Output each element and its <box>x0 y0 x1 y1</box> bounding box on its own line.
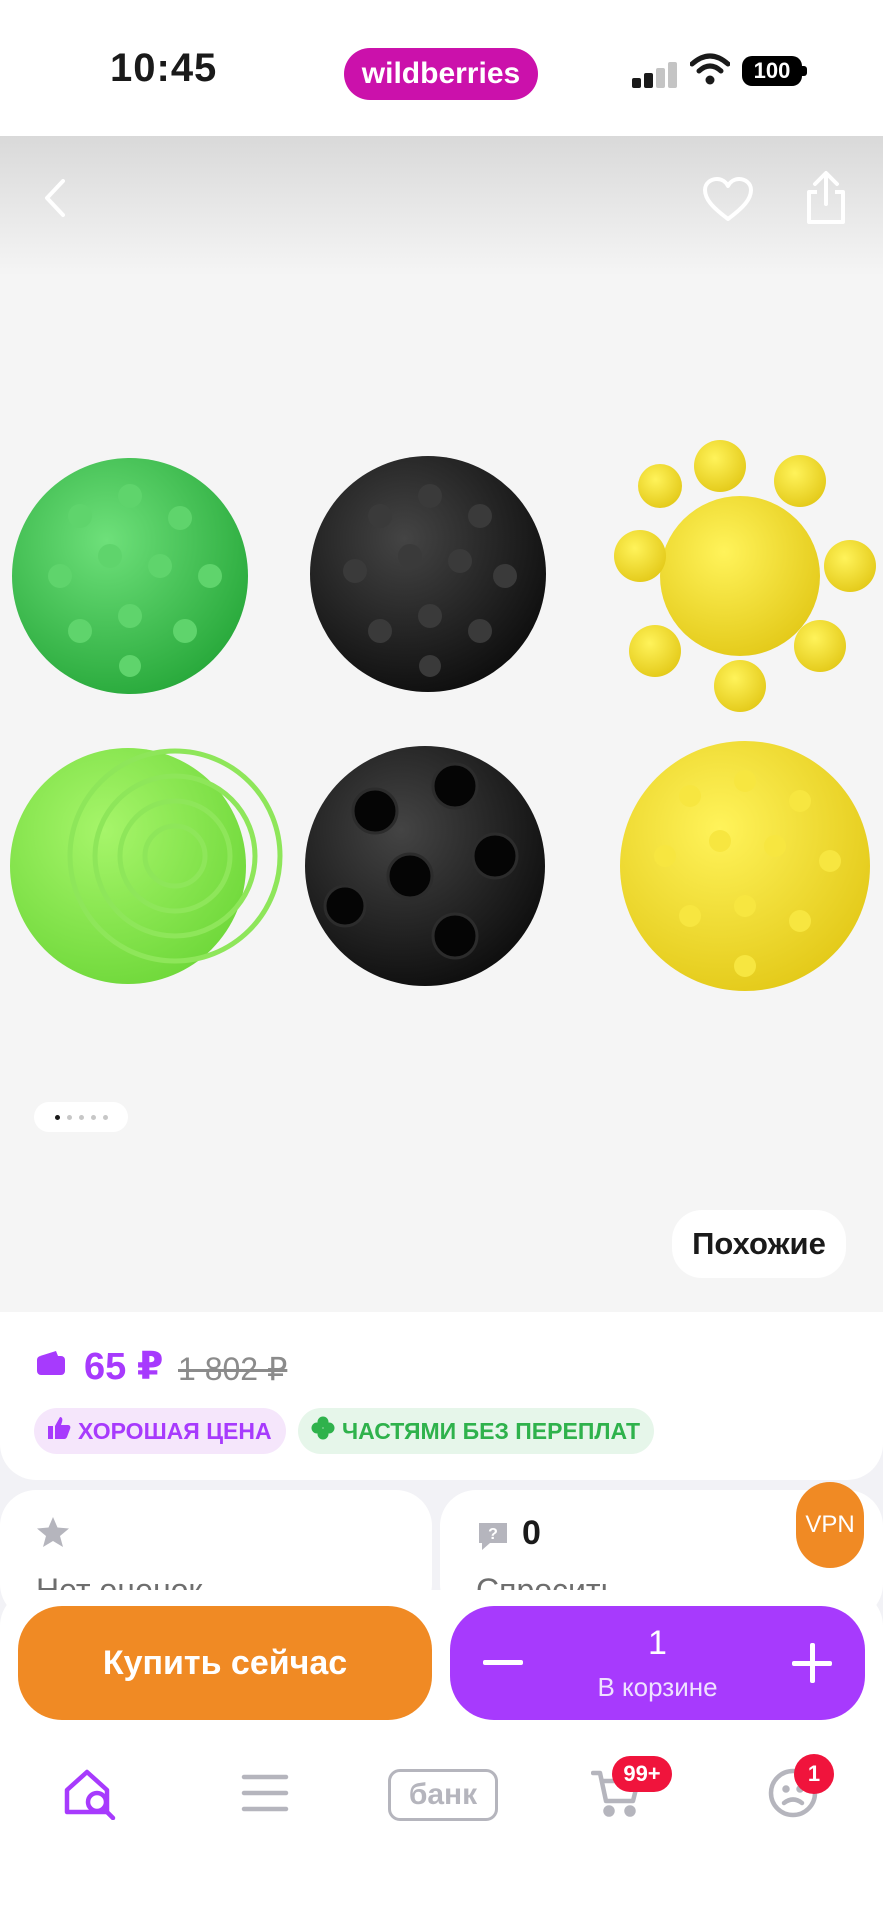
similar-button[interactable]: Похожие <box>672 1210 846 1278</box>
yellow-bumpy-ball <box>620 741 870 991</box>
home-search-icon <box>63 1766 119 1825</box>
menu-icon <box>241 1773 289 1818</box>
lime-ribbed-ball <box>10 748 283 984</box>
good-price-label: ХОРОШАЯ ЦЕНА <box>78 1417 272 1444</box>
tab-bank[interactable]: банк <box>383 1760 503 1830</box>
vpn-button[interactable]: VPN <box>796 1482 864 1568</box>
buy-now-button[interactable]: Купить сейчас <box>18 1606 432 1720</box>
cart-count-badge: 99+ <box>612 1756 672 1792</box>
questions-count: 0 <box>522 1514 541 1552</box>
tab-catalog[interactable] <box>230 1760 300 1830</box>
green-spiky-ball <box>12 458 248 694</box>
wifi-icon <box>689 52 731 86</box>
product-gallery[interactable] <box>0 136 883 1312</box>
installments-label: ЧАСТЯМИ БЕЗ ПЕРЕПЛАТ <box>342 1417 641 1444</box>
thumbs-up-icon <box>46 1415 72 1447</box>
pagination-dot[interactable] <box>66 1114 72 1120</box>
pagination-dot[interactable] <box>54 1114 60 1120</box>
share-icon[interactable] <box>798 168 854 228</box>
heart-icon[interactable] <box>700 172 756 228</box>
bank-label: банк <box>388 1769 498 1821</box>
price-card <box>0 1312 883 1480</box>
battery-indicator: 100 <box>742 56 802 86</box>
current-price: 65 ₽ <box>84 1346 164 1388</box>
installments-badge[interactable]: ЧАСТЯМИ БЕЗ ПЕРЕПЛАТ <box>298 1408 655 1454</box>
wallet-icon <box>36 1350 66 1376</box>
battery-tip <box>802 66 807 76</box>
tab-home-search[interactable] <box>56 1760 126 1830</box>
good-price-badge[interactable]: ХОРОШАЯ ЦЕНА <box>34 1408 286 1454</box>
pagination-dot[interactable] <box>78 1114 84 1120</box>
product-image <box>10 440 876 991</box>
plus-icon[interactable] <box>783 1634 841 1692</box>
old-price: 1 802 ₽ <box>178 1351 288 1387</box>
black-spiky-ball <box>310 456 546 692</box>
gallery-pagination[interactable] <box>34 1102 128 1132</box>
cart-stepper[interactable]: 1 В корзине <box>450 1606 865 1720</box>
brand-pill[interactable]: wildberries <box>344 48 538 100</box>
svg-text:?: ? <box>488 1526 498 1543</box>
question-bubble-icon: ? <box>476 1520 510 1557</box>
star-icon <box>36 1516 70 1553</box>
pagination-dot[interactable] <box>90 1114 96 1120</box>
profile-notification-badge: 1 <box>794 1754 834 1794</box>
signal-icon <box>632 62 678 88</box>
back-icon[interactable] <box>34 176 78 220</box>
status-time: 10:45 <box>110 46 218 90</box>
clover-icon <box>310 1415 336 1447</box>
pagination-dot[interactable] <box>102 1114 108 1120</box>
black-dimpled-ball <box>305 746 545 986</box>
yellow-star-ball <box>614 440 876 712</box>
